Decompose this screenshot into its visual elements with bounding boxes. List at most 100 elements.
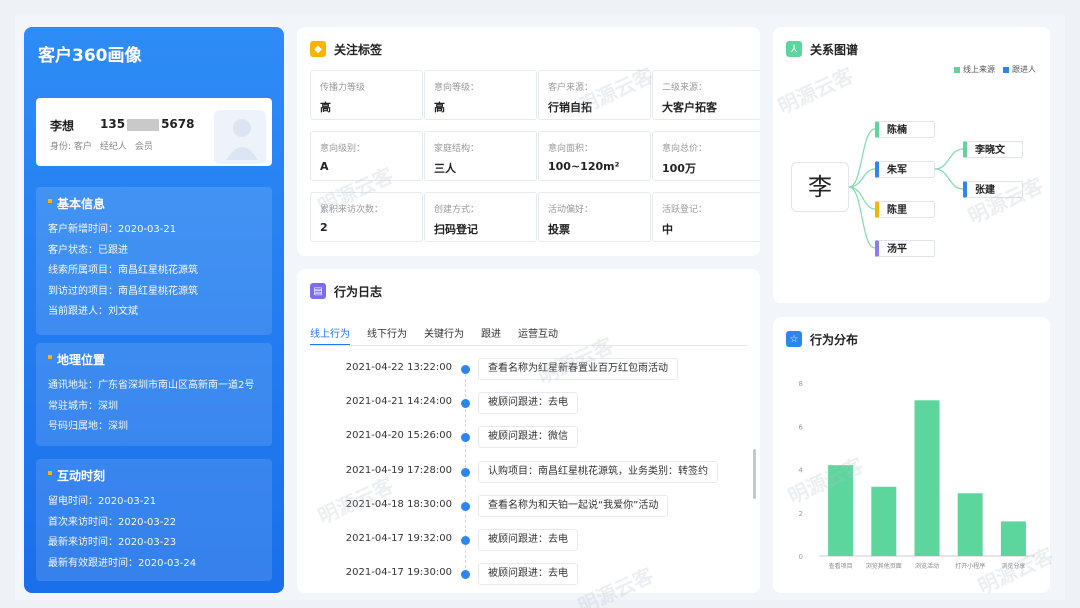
y-tick-label: 2 (799, 510, 803, 518)
basic-info-row: 当前跟进人：刘文斌 (48, 306, 138, 317)
timeline-dot (461, 433, 470, 443)
relation-card: ⅄ 关系图谱 线上来源 跟进人 李 陈楠 朱军 陈里 汤平 李晓文 张建 (773, 27, 1050, 303)
tags-title: 关注标签 (334, 42, 383, 57)
geo-row: 常驻城市：深圳 (48, 400, 118, 412)
tag-value: 100~120m² (548, 160, 620, 173)
basic-info-row: 线索所属项目：南昌红星桃花源筑 (48, 265, 198, 276)
tag-label: 累积来访次数： (320, 205, 384, 215)
basic-info-row: 到访过的项目：南昌红星桃花源筑 (48, 285, 198, 297)
bar[interactable] (957, 493, 983, 556)
scrollbar[interactable] (753, 449, 756, 499)
tag-value: 三人 (434, 162, 456, 175)
tag-value: 行销自拓 (548, 101, 592, 114)
relation-node[interactable]: 陈里 (875, 201, 935, 218)
tag-value: 投票 (548, 223, 570, 236)
timeline-dot (461, 536, 470, 545)
tag-value: 高 (320, 101, 331, 114)
tab-operations[interactable]: 运营互动 (518, 325, 558, 342)
bar[interactable] (1000, 521, 1026, 556)
tag-value: 扫码登记 (434, 223, 478, 236)
relation-center-node[interactable]: 李 (791, 162, 849, 212)
log-time: 2021-04-17 19:30:00 (345, 567, 452, 579)
basic-info-row: 客户状态：已跟进 (48, 244, 128, 256)
tab-follow-up[interactable]: 跟进 (481, 325, 501, 342)
geo-row: 号码归属地：深圳 (48, 421, 128, 432)
distribution-chart: 0 2 4 6 8 查看项目 浏览其他页面 浏览活动 打开小程序 浏览分享 (799, 380, 1035, 570)
relation-node[interactable]: 朱军 (875, 161, 935, 178)
phone-suffix: 5678 (161, 117, 195, 131)
x-tick-label: 浏览活动 (915, 562, 939, 570)
log-item: 2021-04-19 17:28:00 认购项目：南昌红星桃花源筑，业务类别：转签… (297, 460, 757, 483)
behavior-header: ▤ 行为日志 (310, 282, 382, 300)
basic-info-row: 客户新增时间：2020-03-21 (48, 224, 177, 235)
tag-item: 家庭结构： 三人 (424, 131, 537, 181)
tag-label: 意向面积： (548, 144, 594, 154)
customer-meta: 身份: 客户 经纪人 会员 (50, 139, 161, 152)
meta-identity: 身份: 客户 (50, 142, 92, 152)
log-text[interactable]: 被顾问跟进：去电 (478, 529, 578, 551)
x-tick-label: 打开小程序 (955, 562, 985, 570)
tag-value: 大客户拓客 (662, 101, 717, 114)
relation-node[interactable]: 陈楠 (875, 121, 935, 138)
bar[interactable] (828, 465, 854, 556)
y-tick-label: 0 (799, 553, 803, 561)
basic-info-title: 基本信息 (48, 195, 260, 212)
log-text[interactable]: 查看名称为红星新春置业百万红包雨活动 (478, 358, 678, 380)
tag-item: 累积来访次数： 2 (310, 192, 423, 242)
tag-item: 活动偏好： 投票 (538, 192, 651, 242)
tag-value: 中 (662, 223, 673, 236)
geo-section: 地理位置 通讯地址：广东省深圳市南山区高新南一道2号 常驻城市：深圳 号码归属地… (36, 343, 272, 446)
link (934, 148, 964, 170)
x-tick-label: 浏览分享 (1001, 562, 1025, 570)
behavior-tabs: 线上行为 线下行为 关键行为 跟进 运营互动 (310, 325, 575, 346)
log-text[interactable]: 查看名称为和天铂一起说“我爱你”活动 (478, 494, 669, 517)
tab-online[interactable]: 线上行为 (310, 325, 350, 346)
tab-key-behavior[interactable]: 关键行为 (424, 325, 464, 342)
timeline-dot (461, 365, 470, 374)
timeline-dot (461, 570, 470, 580)
tag-value: 100万 (662, 162, 696, 175)
relation-node[interactable]: 汤平 (875, 240, 935, 257)
tag-label: 意向级别： (320, 144, 366, 154)
timeline-dot (461, 501, 470, 511)
dashboard: 客户360画像 李想 135 5678 身份: 客户 经纪人 会员 基本信息 客户新增… (15, 15, 1065, 608)
log-text[interactable]: 被顾问跟进：去电 (478, 563, 578, 586)
y-tick-label: 8 (799, 380, 803, 388)
log-text[interactable]: 被顾问跟进：去电 (478, 392, 578, 415)
y-tick-label: 4 (799, 467, 804, 475)
tag-label: 创建方式： (434, 205, 480, 215)
log-text[interactable]: 被顾问跟进：微信 (478, 426, 578, 449)
phone-mask (127, 118, 160, 131)
log-time: 2021-04-17 19:32:00 (345, 533, 452, 544)
tag-label: 家庭结构： (434, 144, 480, 154)
link (848, 168, 876, 188)
tag-label: 意向总价： (662, 144, 708, 154)
geo-title: 地理位置 (48, 351, 260, 368)
profile-card[interactable]: 李想 135 5678 身份: 客户 经纪人 会员 (36, 98, 272, 166)
log-text[interactable]: 认购项目：南昌红星桃花源筑，业务类别：转签约 (478, 460, 718, 483)
tab-offline[interactable]: 线下行为 (367, 325, 407, 342)
tag-value: 高 (434, 101, 445, 114)
basic-info-section: 基本信息 客户新增时间：2020-03-21 客户状态：已跟进 线索所属项目：南… (36, 187, 272, 335)
link (934, 168, 964, 190)
id-card-icon (214, 110, 266, 164)
meta-member: 会员 (134, 142, 153, 152)
relation-node[interactable]: 张建 (963, 181, 1023, 198)
log-time: 2021-04-19 17:28:00 (345, 464, 452, 476)
tag-value: 2 (320, 221, 328, 234)
link (848, 186, 876, 210)
x-tick-label: 查看项目 (829, 562, 853, 570)
log-time: 2021-04-20 15:26:00 (345, 430, 452, 442)
tag-item: 二级来源： 大客户拓客 (652, 70, 760, 120)
log-time: 2021-04-22 13:22:00 (345, 362, 452, 373)
behavior-title: 行为日志 (334, 284, 383, 299)
log-item: 2021-04-18 18:30:00 查看名称为和天铂一起说“我爱你”活动 (297, 494, 757, 517)
tag-item: 活跃登记： 中 (652, 192, 760, 242)
bar[interactable] (914, 400, 940, 556)
tag-label: 活动偏好： (548, 205, 594, 215)
bar[interactable] (871, 486, 897, 556)
distribution-card: ☆ 行为分布 0 2 4 6 8 查看项目 浏览其他页面 浏览活动 打开小程序 浏览分享 (773, 317, 1050, 593)
log-item: 2021-04-17 19:32:00 被顾问跟进：去电 (297, 529, 757, 551)
relation-node[interactable]: 李晓文 (963, 141, 1023, 158)
log-item: 2021-04-22 13:22:00 查看名称为红星新春置业百万红包雨活动 (297, 358, 757, 380)
